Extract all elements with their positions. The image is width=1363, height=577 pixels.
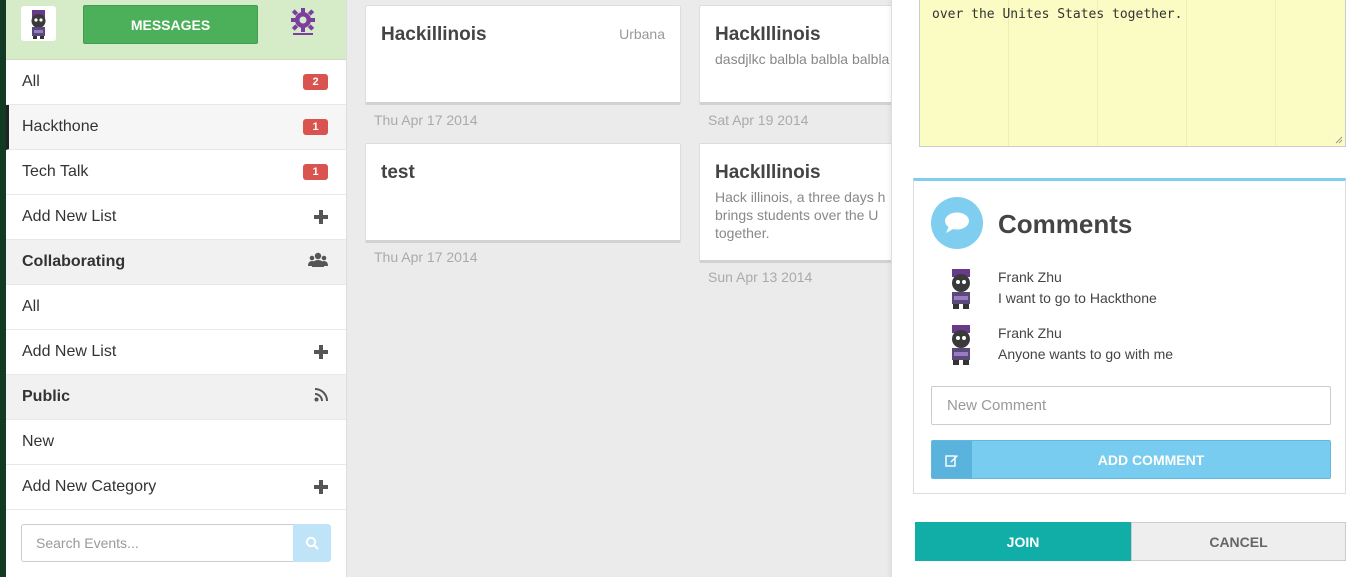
comment-text: I want to go to Hackthone [998, 290, 1157, 306]
user-avatar[interactable] [21, 6, 56, 41]
card-date: Sun Apr 13 2014 [708, 269, 813, 285]
card-body-line: Hack illinois, a three days h [715, 189, 886, 205]
search-button[interactable] [293, 524, 331, 562]
add-comment-button[interactable]: ADD COMMENT [931, 440, 1331, 479]
card-body-line: brings students over the U [715, 207, 879, 223]
card-title: HackIllinois [715, 162, 821, 183]
sidebar-item-hackthone[interactable]: Hackthone 1 [6, 105, 346, 150]
event-card[interactable]: Hackillinois Urbana [365, 5, 681, 105]
event-detail-panel: over the Unites States together. Comment… [891, 0, 1363, 577]
add-new-collab-list-button[interactable]: Add New List [6, 330, 346, 375]
messages-button[interactable]: MESSAGES [83, 5, 258, 44]
comment-item: Frank Zhu Anyone wants to go with me [942, 323, 1322, 373]
unread-badge: 2 [303, 74, 328, 90]
app-root: MESSAGES All 2 Hackthone 1 Tech Talk 1 A… [0, 0, 1363, 577]
sidebar-item-label: Add New List [22, 208, 117, 225]
plus-icon [314, 480, 328, 494]
card-body: Hack illinois, a three days h brings stu… [715, 188, 886, 242]
description-text: over the Unites States together. [932, 7, 1183, 22]
card-body: dasdjlkc balbla balbla balbla [715, 51, 890, 67]
card-title: HackIllinois [715, 24, 821, 45]
plus-icon [314, 345, 328, 359]
section-public: Public [6, 375, 346, 420]
event-card[interactable]: HackIllinois Hack illinois, a three days… [699, 143, 899, 263]
search-icon [305, 536, 319, 550]
card-date: Sat Apr 19 2014 [708, 112, 809, 128]
unread-badge: 1 [303, 164, 328, 180]
sidebar-item-label: New [22, 433, 55, 450]
speech-bubble-icon [931, 197, 983, 249]
sidebar-item-label: Add New Category [22, 478, 157, 495]
settings-gear-icon[interactable] [289, 7, 317, 35]
comments-panel: Comments Frank Zhu I want to go to Hackt… [913, 178, 1346, 494]
cancel-button[interactable]: CANCEL [1131, 522, 1346, 561]
section-collaborating: Collaborating [6, 240, 346, 285]
sidebar-item-label: All [22, 298, 40, 315]
sidebar-header: MESSAGES [6, 0, 346, 60]
section-title: Collaborating [22, 253, 126, 270]
unread-badge: 1 [303, 119, 328, 135]
avatar [942, 323, 982, 369]
sidebar-item-public-new[interactable]: New [6, 420, 346, 465]
comment-author: Frank Zhu [998, 269, 1062, 285]
sidebar-item-collab-all[interactable]: All [6, 285, 346, 330]
card-body-line: together. [715, 225, 770, 241]
sidebar-item-all[interactable]: All 2 [6, 60, 346, 105]
avatar [942, 267, 982, 313]
sidebar-item-label: Hackthone [22, 118, 99, 135]
users-icon [308, 252, 328, 273]
event-card[interactable]: test [365, 143, 681, 243]
sidebar-item-label: Tech Talk [22, 163, 89, 180]
new-comment-input[interactable] [931, 386, 1331, 425]
search-input[interactable] [21, 524, 293, 562]
sidebar-list: All 2 Hackthone 1 Tech Talk 1 Add New Li… [6, 60, 346, 510]
card-date: Thu Apr 17 2014 [374, 249, 478, 265]
comment-item: Frank Zhu I want to go to Hackthone [942, 267, 1322, 317]
card-date: Thu Apr 17 2014 [374, 112, 478, 128]
edit-icon [932, 441, 972, 478]
comment-text: Anyone wants to go with me [998, 346, 1174, 362]
add-comment-label: ADD COMMENT [1097, 451, 1205, 468]
rss-icon [314, 387, 328, 407]
plus-icon [314, 210, 328, 224]
comments-title: Comments [998, 209, 1133, 239]
card-title: test [381, 162, 415, 183]
add-new-category-button[interactable]: Add New Category [6, 465, 346, 510]
event-card[interactable]: HackIllinois dasdjlkc balbla balbla balb… [699, 5, 899, 105]
comment-author: Frank Zhu [998, 325, 1062, 341]
event-search [21, 524, 331, 562]
event-description[interactable]: over the Unites States together. [919, 0, 1346, 147]
sidebar: MESSAGES All 2 Hackthone 1 Tech Talk 1 A… [6, 0, 347, 577]
resize-handle-icon [1335, 136, 1343, 144]
section-title: Public [22, 388, 71, 405]
join-button[interactable]: JOIN [915, 522, 1131, 561]
add-new-list-button[interactable]: Add New List [6, 195, 346, 240]
sidebar-item-tech-talk[interactable]: Tech Talk 1 [6, 150, 346, 195]
sidebar-item-label: Add New List [22, 343, 117, 360]
sidebar-item-label: All [22, 73, 40, 90]
card-location: Urbana [619, 26, 665, 42]
